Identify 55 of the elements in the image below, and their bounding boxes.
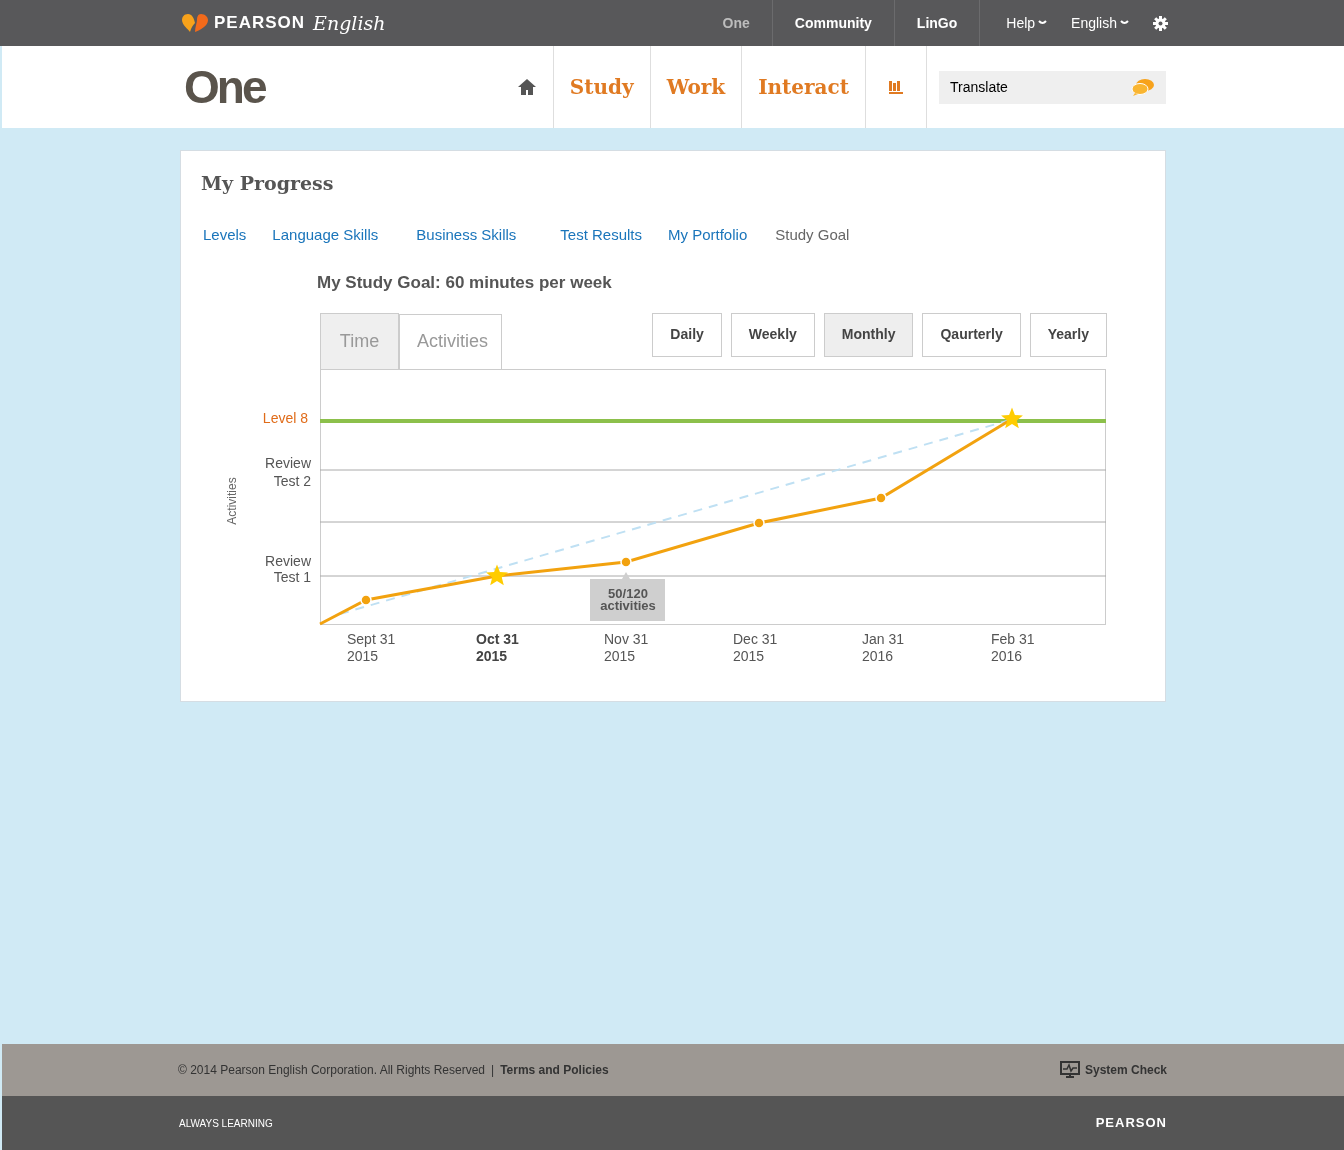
speech-bubbles-icon [1131,78,1155,96]
caret-icon [1038,20,1048,26]
main-nav-link[interactable]: Work [649,46,742,128]
section-tab[interactable]: Business Skills [416,223,517,246]
study-goal-heading: My Study Goal: 60 minutes per week [317,272,613,294]
section-tab[interactable]: Test Results [560,223,643,246]
data-point [620,555,632,568]
hearts-logo-icon [180,11,210,35]
axis-label: Nov 31 2015 [604,630,649,664]
translate-field[interactable]: Translate [939,70,1166,104]
axis-label: Feb 31 2016 [991,630,1035,664]
data-tooltip: 50/120 activities [590,571,665,621]
period-button[interactable]: Daily [652,312,722,357]
section-tab[interactable]: My Portfolio [668,223,748,246]
section-tab[interactable]: Study Goal [775,223,850,246]
home-icon[interactable] [516,78,537,96]
main-nav-link[interactable]: Study [552,46,650,128]
dropdown-menu[interactable]: Help [1006,12,1048,34]
dropdown-menu[interactable]: English [1071,12,1129,34]
period-button[interactable]: Weekly [730,312,815,357]
axis-label: Review Test 1 [265,552,311,585]
caret-icon [1120,20,1129,26]
data-point [360,593,372,606]
separator-text: | [491,1062,495,1079]
terms-link[interactable]: Terms and Policies [500,1061,609,1079]
period-button[interactable]: Qaurterly [922,312,1021,357]
period-button[interactable]: Yearly [1029,312,1107,357]
tagline-text: ALWAYS LEARNING [179,1116,273,1131]
section-tab[interactable]: Levels [203,223,247,246]
brand-subtitle: English [313,10,386,36]
footer-brand: PEARSON [1095,1114,1167,1133]
system-check-link[interactable]: System Check [1059,1061,1167,1079]
monitor-icon [1059,1061,1080,1079]
page-title: My Progress [201,171,335,196]
data-point [875,491,887,504]
axis-label: Jan 31 2016 [862,630,905,664]
axis-label: Sept 31 2015 [347,630,396,664]
axis-label: Review Test 2 [265,454,311,489]
copyright-text: © 2014 Pearson English Corporation. All Rights Reserved [178,1062,485,1079]
settings-icon[interactable] [1153,15,1168,31]
axis-title: Activities [225,476,239,525]
brand-name: PEARSON [214,12,306,35]
axis-label: Dec 31 2015 [733,630,778,664]
goal-label: Level 8 [262,409,308,426]
bar-chart-icon[interactable] [889,80,903,94]
axis-label: Oct 31 2015 [476,630,519,664]
data-point [753,516,765,529]
main-nav-link[interactable]: Interact [741,46,865,128]
one-logo: One [184,64,265,110]
star-icon [1001,407,1023,428]
section-tab[interactable]: Language Skills [272,223,379,246]
view-tab[interactable]: Activities [399,313,502,370]
star-icon [486,564,508,585]
period-button[interactable]: Monthly [823,312,914,357]
top-nav-link[interactable]: One [700,0,772,46]
